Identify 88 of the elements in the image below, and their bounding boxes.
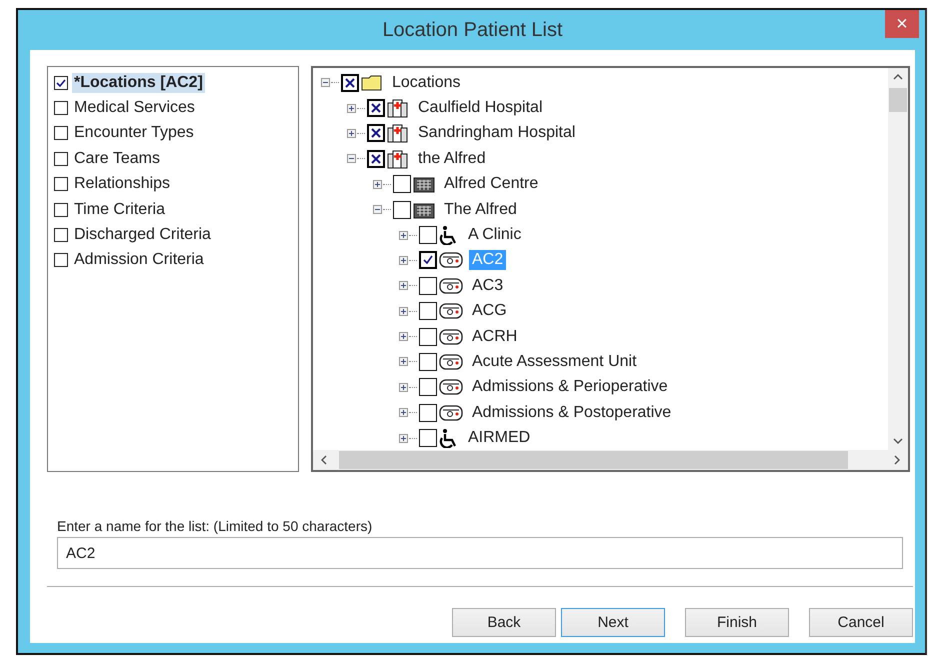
checkbox[interactable] [419,302,437,320]
expander-icon[interactable] [373,205,382,214]
tree-item[interactable]: The Alfred [441,200,520,220]
tree-item[interactable]: ACG [469,301,510,322]
checkbox[interactable] [54,253,68,268]
criteria-item[interactable]: Time Criteria [72,200,167,220]
expander-icon[interactable] [399,306,408,316]
wheelchair-icon [439,225,459,246]
bed-icon [439,251,463,270]
expander-icon[interactable] [399,230,408,240]
hospital-icon [387,98,409,118]
checkbox[interactable] [393,175,411,194]
dialog-button[interactable]: Back [452,608,556,637]
tree-item[interactable]: Locations [389,72,464,93]
expander-icon[interactable] [399,357,408,366]
tree-item[interactable]: AIRMED [465,428,534,448]
window-title: Location Patient List [382,18,563,42]
checkbox[interactable] [419,276,437,295]
expander-icon[interactable] [373,180,382,189]
tree-item[interactable]: Alfred Centre [441,174,542,194]
bed-icon [439,302,463,320]
horizontal-scrollbar[interactable] [313,450,908,470]
tree-item[interactable]: AC3 [469,276,506,296]
tree-item[interactable]: Admissions & Perioperative [469,377,671,398]
checkbox[interactable] [54,76,68,90]
dialog-button[interactable]: Cancel [809,608,913,637]
expander-icon[interactable] [399,382,408,392]
criteria-item[interactable]: Care Teams [72,148,162,169]
scroll-thumb[interactable] [339,451,848,469]
expander-icon[interactable] [399,434,408,443]
checkbox[interactable] [419,429,437,448]
bed-icon [439,276,463,295]
tree-item[interactable]: A Clinic [465,225,524,246]
expander-icon[interactable] [399,256,408,265]
criteria-item[interactable]: Relationships [72,174,172,194]
expander-icon[interactable] [347,104,356,113]
checkbox[interactable] [419,352,437,371]
expander-icon[interactable] [399,332,408,342]
expander-icon[interactable] [347,128,356,138]
checkbox[interactable] [54,202,68,217]
checkbox[interactable] [419,378,437,396]
criteria-item[interactable]: *Locations [AC2] [72,72,205,93]
close-button[interactable]: × [885,10,919,38]
expander-icon[interactable] [399,408,408,418]
dialog-button[interactable]: Finish [685,608,789,637]
criteria-item[interactable]: Medical Services [72,98,197,118]
expander-icon[interactable] [347,154,356,164]
expander-icon[interactable] [399,281,408,290]
checkbox[interactable] [54,177,68,192]
field-label: Enter a name for the list: (Limited to 50 characters) [57,518,374,534]
checkbox[interactable] [393,200,411,219]
criteria-item[interactable]: Admission Criteria [72,250,206,270]
name-field[interactable]: AC2 [57,537,903,569]
bed-icon [439,328,463,346]
folder-icon [361,74,383,92]
bed-icon [439,352,463,371]
scroll-left-icon[interactable] [321,455,327,465]
tree-item[interactable]: Acute Assessment Unit [469,352,640,372]
check-mark-icon [55,76,67,89]
checkbox[interactable] [419,404,437,422]
checkbox[interactable] [419,251,437,270]
scroll-right-icon[interactable] [894,455,900,465]
checkbox[interactable] [419,226,437,244]
tree-item[interactable]: ACRH [469,326,520,347]
vertical-scrollbar[interactable] [888,68,908,450]
building-icon [413,200,435,219]
tree-item[interactable]: Admissions & Postoperative [469,402,674,423]
hospital-icon [387,123,409,144]
dialog-button[interactable]: Next [561,608,665,637]
checkbox[interactable] [419,328,437,346]
bed-icon [439,378,463,396]
checkbox[interactable] [54,101,68,116]
checkbox[interactable] [54,152,68,166]
scroll-thumb[interactable] [889,88,907,112]
checkbox[interactable] [54,228,68,242]
scroll-up-icon[interactable] [893,74,903,80]
bed-icon [439,404,463,422]
tree-item[interactable]: the Alfred [415,148,489,169]
tree-item[interactable]: Sandringham Hospital [415,123,578,144]
scroll-down-icon[interactable] [893,438,903,444]
tree-item[interactable]: Caulfield Hospital [415,98,546,118]
building-icon [413,175,435,194]
wheelchair-icon [439,428,459,448]
criteria-item[interactable]: Encounter Types [72,123,196,144]
expander-icon[interactable] [321,78,330,88]
hospital-icon [387,148,409,169]
criteria-item[interactable]: Discharged Criteria [72,225,213,246]
checkbox[interactable] [54,126,68,140]
